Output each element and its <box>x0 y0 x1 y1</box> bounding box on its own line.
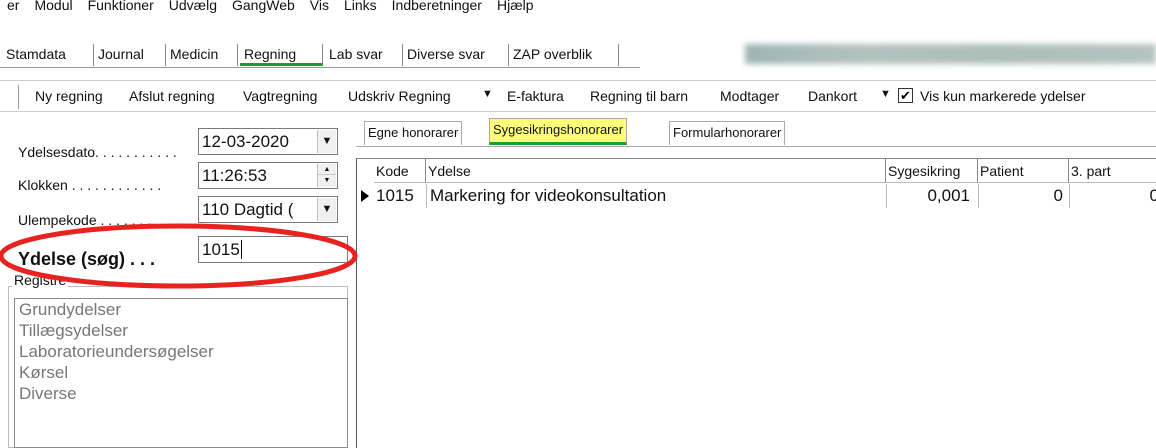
tab-formularhonorarer[interactable]: Formularhonorarer <box>669 121 786 145</box>
cell-sygesikring: 0,001 <box>927 186 970 205</box>
cell-patient: 0 <box>1053 186 1063 205</box>
cell-kode: 1015 <box>376 186 414 205</box>
cell-3-part: 0 <box>1149 186 1156 205</box>
tab-journal[interactable]: Journal <box>94 44 166 66</box>
menu-item-hjaelp[interactable]: Hjælp <box>490 0 542 14</box>
e-invoice-button[interactable]: E-faktura <box>507 87 564 105</box>
chevron-down-icon[interactable]: ▼ <box>317 130 336 153</box>
tab-sygesikringshonorarer[interactable]: Sygesikringshonorarer <box>489 118 628 145</box>
service-search-input[interactable]: 1015 <box>198 236 348 263</box>
services-grid: Kode Ydelse Sygesikring Patient 3. part … <box>356 158 1156 448</box>
spin-up-icon[interactable]: ▲ <box>318 164 336 175</box>
registers-list: Grundydelser Tillægsydelser Laboratorieu… <box>14 298 348 448</box>
shift-invoice-button[interactable]: Vagtregning <box>243 87 317 105</box>
column-header-ydelse[interactable]: Ydelse <box>426 159 886 183</box>
tab-stamdata[interactable]: Stamdata <box>2 44 94 66</box>
tab-medicin[interactable]: Medicin <box>166 44 238 66</box>
recipient-button[interactable]: Modtager <box>720 87 779 105</box>
show-marked-only-checkbox[interactable]: ✔ <box>898 88 913 103</box>
service-date-select[interactable]: 12-03-2020 ▼ <box>198 128 338 155</box>
cell-ydelse: Markering for videokonsultation <box>430 186 667 205</box>
print-invoice-button[interactable]: Udskriv Regning <box>348 87 451 105</box>
menu-item-links[interactable]: Links <box>337 0 385 14</box>
tab-lab-svar[interactable]: Lab svar <box>325 44 403 66</box>
menu-item-modul[interactable]: Modul <box>27 0 80 14</box>
sub-tab-baseline <box>356 146 1156 147</box>
register-item-koersel[interactable]: Kørsel <box>15 362 347 383</box>
time-value: 11:26:53 <box>202 166 267 185</box>
tab-regning[interactable]: Regning <box>240 44 323 66</box>
menu-bar: er Modul Funktioner Udvælg GangWeb Vis L… <box>0 0 1156 14</box>
service-date-label: Ydelsesdato. . . . . . . . . . . <box>18 144 177 160</box>
dankort-button[interactable]: Dankort <box>808 87 857 105</box>
tab-baseline <box>0 67 640 68</box>
register-item-diverse[interactable]: Diverse <box>15 383 347 404</box>
inconvenience-code-select[interactable]: 110 Dagtid ( ▼ <box>198 196 338 223</box>
menu-item-gangweb[interactable]: GangWeb <box>225 0 303 14</box>
menu-item-indberetninger[interactable]: Indberetninger <box>385 0 490 14</box>
show-marked-only-label: Vis kun markerede ydelser <box>920 88 1086 104</box>
column-header-3-part[interactable]: 3. part <box>1069 159 1156 183</box>
text-cursor <box>240 240 242 259</box>
inconvenience-code-value: 110 Dagtid ( <box>202 200 294 219</box>
menu-item-er[interactable]: er <box>0 0 27 14</box>
tab-egne-honorarer[interactable]: Egne honorarer <box>364 121 463 145</box>
column-header-sygesikring[interactable]: Sygesikring <box>886 159 978 183</box>
menu-item-vis[interactable]: Vis <box>303 0 337 14</box>
register-item-tillaegsydelser[interactable]: Tillægsydelser <box>15 320 347 341</box>
print-invoice-dropdown-icon[interactable]: ▼ <box>482 88 493 100</box>
column-header-patient[interactable]: Patient <box>978 159 1069 183</box>
service-search-label: Ydelse (søg) . . . <box>18 249 156 269</box>
column-header-kode[interactable]: Kode <box>374 159 426 183</box>
child-invoice-button[interactable]: Regning til barn <box>590 87 688 105</box>
toolbar-grip <box>18 85 20 109</box>
redacted-patient-info <box>745 44 1156 64</box>
row-pointer-icon <box>361 190 369 202</box>
checkmark-icon: ✔ <box>900 88 911 103</box>
new-invoice-button[interactable]: Ny regning <box>35 87 103 105</box>
toolbar: Ny regning Afslut regning Vagtregning Ud… <box>0 80 1156 112</box>
tab-zap-overblik[interactable]: ZAP overblik <box>509 44 619 66</box>
menu-item-funktioner[interactable]: Funktioner <box>81 0 162 14</box>
dankort-dropdown-icon[interactable]: ▼ <box>880 88 891 100</box>
time-spinner[interactable]: 11:26:53 ▲ ▼ <box>198 162 338 189</box>
time-label: Klokken . . . . . . . . . . . . <box>18 177 162 193</box>
menu-item-udvaelg[interactable]: Udvælg <box>162 0 225 14</box>
register-item-grundydelser[interactable]: Grundydelser <box>15 299 347 320</box>
inconvenience-code-label: Ulempekode . . . . . . . <box>18 212 152 228</box>
service-search-value: 1015 <box>202 240 240 259</box>
service-date-value: 12-03-2020 <box>202 132 289 151</box>
cell-divider <box>426 184 427 208</box>
registers-title: Registre <box>12 272 69 288</box>
finish-invoice-button[interactable]: Afslut regning <box>129 87 215 105</box>
chevron-down-icon[interactable]: ▼ <box>317 198 336 221</box>
time-spin-buttons[interactable]: ▲ ▼ <box>317 164 336 187</box>
register-item-laboratorie[interactable]: Laboratorieundersøgelser <box>15 341 347 362</box>
spin-down-icon[interactable]: ▼ <box>318 175 336 186</box>
tab-diverse-svar[interactable]: Diverse svar <box>403 44 509 66</box>
